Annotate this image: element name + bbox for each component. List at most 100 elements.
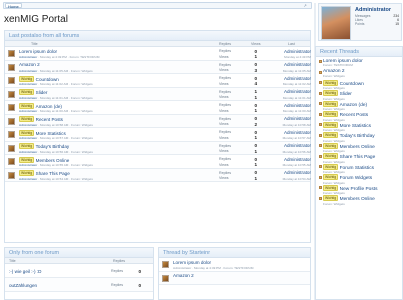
thread-title[interactable]: :-) wie geil :-) :D [9,269,41,274]
thread-title[interactable]: New Profile Posts [340,187,378,192]
thread-prefix[interactable]: Wichtig [19,75,35,82]
thread-avatar[interactable] [8,131,15,138]
last-poster[interactable]: Administrator [275,103,311,108]
list-item[interactable]: Lorem ipsum dolor Forum: TESTFORUM [316,59,402,70]
list-item[interactable]: Wichtig Amazon (de) Forum: Widgets [316,100,402,112]
thread-avatar[interactable] [8,158,15,165]
thread-title[interactable]: Countdown [36,77,59,82]
thread-prefix[interactable]: Wichtig [323,184,339,191]
thread-prefix[interactable]: Wichtig [323,79,339,86]
table-row[interactable]: Wichtig Amazon (de) Administrator · Monday… [5,101,311,115]
thread-author[interactable]: Administrator [19,150,37,154]
list-item[interactable]: Wichtig Recent Posts Forum: Widgets [316,111,402,122]
last-post-date[interactable]: Monday at 11:00 AM [271,109,311,113]
thread-author[interactable]: Administrator [19,136,37,140]
list-item[interactable]: Wichtig Share This Page Forum: Widgets [316,153,402,164]
thread-prefix[interactable]: Wichtig [323,132,339,138]
thread-author[interactable]: Administrator [19,163,37,167]
last-poster[interactable]: Administrator [275,49,311,54]
thread-prefix[interactable]: Wichtig [19,102,35,109]
user-name[interactable]: Administrator [355,7,391,13]
thread-prefix[interactable]: Wichtig [19,89,35,95]
thread-prefix[interactable]: Wichtig [323,174,339,180]
thread-author[interactable]: Administrator [19,69,37,73]
table-row[interactable]: Wichtig Recent Posts Administrator · Monda… [5,114,311,128]
last-poster[interactable]: Administrator [275,130,311,135]
thread-title[interactable]: Share This Page [36,171,70,176]
list-item[interactable]: Amazon 2 [159,271,310,285]
list-item[interactable]: Wichtig Members Online Forum: Widgets [316,142,402,154]
last-poster[interactable]: Administrator [275,89,311,94]
thread-title[interactable]: Lorem ipsum dolor [19,49,57,54]
thread-avatar[interactable] [8,77,15,84]
thread-prefix[interactable]: Wichtig [323,163,339,170]
user-avatar[interactable] [321,6,351,40]
thread-prefix[interactable]: Wichtig [19,170,35,176]
thread-title[interactable]: Amazon 2 [19,62,40,67]
last-post-date[interactable]: Monday at 10:56 AM [271,150,311,154]
thread-author[interactable]: Administrator [19,55,37,59]
table-row[interactable]: Wichtig Share This Page Administrator · Mo… [5,168,311,182]
jump-up-icon[interactable]: ↗ [302,3,308,8]
thread-title[interactable]: Recent Posts [36,117,63,122]
thread-prefix[interactable]: Wichtig [323,100,339,107]
thread-title[interactable]: More Statistics [36,131,66,136]
thread-title[interactable]: outZählungen [9,283,37,288]
list-item[interactable]: Wichtig Countdown Forum: Widgets [316,79,402,91]
thread-title[interactable]: Lorem ipsum dolor [173,260,211,265]
table-row[interactable]: outZählungen Replies 0 [5,278,153,292]
thread-avatar[interactable] [162,274,169,282]
list-item[interactable]: Wichtig Slider Forum: Widgets [316,90,402,101]
thread-avatar[interactable] [8,117,15,125]
list-item[interactable]: Amazon 2 Forum: Widgets [316,69,402,80]
last-post-date[interactable]: Monday at 11:01 AM [271,96,311,100]
thread-prefix[interactable]: Wichtig [19,143,35,149]
thread-prefix[interactable]: Wichtig [323,111,339,117]
thread-avatar[interactable] [8,63,15,71]
table-row[interactable]: Wichtig Members Online Administrator · Mon… [5,155,311,169]
thread-title[interactable]: Slider [36,90,48,95]
thread-avatar[interactable] [162,261,169,268]
thread-prefix[interactable]: Wichtig [323,121,339,128]
thread-prefix[interactable]: Wichtig [323,142,339,149]
list-item[interactable]: Wichtig Forum Statistics Forum: Widgets [316,163,402,175]
last-poster[interactable]: Administrator [275,143,311,148]
last-post-date[interactable]: Monday at 10:58 AM [271,123,311,127]
last-post-date[interactable]: Monday at 11:02 AM [271,82,311,86]
last-post-date[interactable]: Monday at 10:57 AM [271,136,311,140]
thread-author[interactable]: Administrator [19,177,37,181]
thread-prefix[interactable]: Wichtig [19,129,35,136]
thread-avatar[interactable] [8,144,15,152]
last-poster[interactable]: Administrator [275,62,311,67]
thread-author[interactable]: Administrator [19,123,37,127]
thread-prefix[interactable]: Wichtig [323,195,339,201]
list-item[interactable]: Wichtig More Statistics Forum: Widgets [316,121,402,133]
table-row[interactable]: Amazon 2 Administrator · Monday at 11:05 … [5,60,311,74]
thread-title[interactable]: Members Online [36,158,70,163]
table-row[interactable]: Wichtig Today's Birthday Administrator · M… [5,141,311,155]
list-item[interactable]: Wichtig Members Online Forum: Widgets [316,195,402,206]
thread-title[interactable]: Amazon (de) [36,104,62,109]
thread-title[interactable]: Amazon 2 [173,273,194,278]
last-poster[interactable]: Administrator [275,157,311,162]
thread-prefix[interactable]: Wichtig [323,153,339,159]
list-item[interactable]: Wichtig Today's Birthday Forum: Widgets [316,132,402,143]
table-row[interactable]: Lorem ipsum dolor Administrator · Monday … [5,47,311,61]
thread-author[interactable]: Administrator [19,109,37,113]
thread-prefix[interactable]: Wichtig [19,116,35,122]
list-item[interactable]: Lorem ipsum dolor Administrator · Monday … [159,258,310,272]
table-row[interactable]: :-) wie geil :-) :D Replies 0 [5,264,153,278]
thread-prefix[interactable]: Wichtig [323,90,339,96]
last-poster[interactable]: Administrator [275,170,311,175]
last-poster[interactable]: Administrator [275,116,311,121]
last-post-date[interactable]: Monday at 10:55 AM [271,163,311,167]
table-row[interactable]: Wichtig More Statistics Administrator · Mo… [5,128,311,142]
thread-avatar[interactable] [8,104,15,111]
thread-avatar[interactable] [8,171,15,179]
last-poster[interactable]: Administrator [275,76,311,81]
list-item[interactable]: Wichtig Forum Widgets Forum: Widgets [316,174,402,185]
thread-avatar[interactable] [8,90,15,98]
thread-author[interactable]: Administrator [19,96,37,100]
last-post-date[interactable]: Monday at 10:54 AM [271,177,311,181]
table-row[interactable]: Wichtig Countdown Administrator · Monday a… [5,74,311,88]
